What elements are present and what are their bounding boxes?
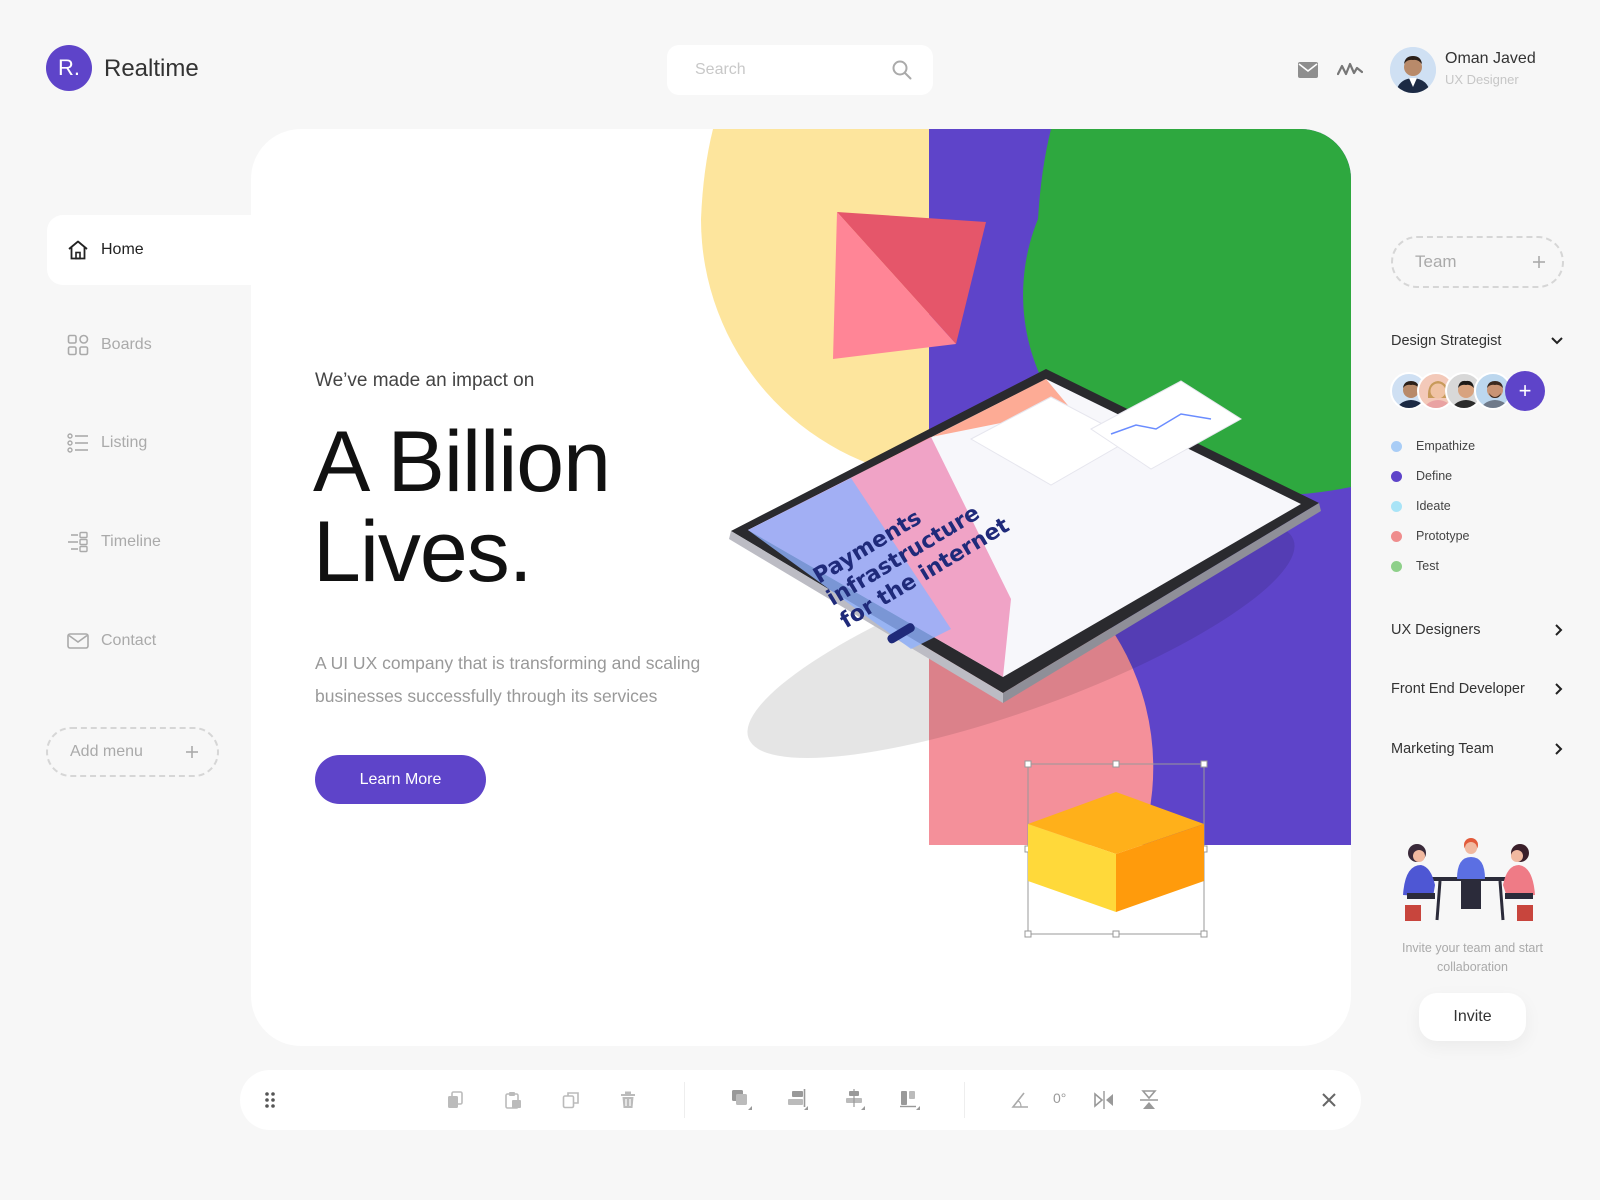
team-label: Team <box>1415 252 1457 271</box>
toolbar-divider <box>964 1082 965 1118</box>
phase-test: Test <box>1391 559 1439 573</box>
listing-icon <box>67 433 88 453</box>
arrange-icon[interactable] <box>730 1088 754 1112</box>
member-avatars: + <box>1390 371 1550 412</box>
sidebar-item-contact[interactable]: Contact <box>47 606 247 676</box>
timeline-icon <box>68 531 88 553</box>
copy-icon[interactable] <box>443 1088 467 1112</box>
rotation-value[interactable]: 0° <box>1053 1090 1066 1106</box>
hero-card: Payments infrastructure for the internet… <box>251 129 1351 1046</box>
phase-dot <box>1391 440 1402 452</box>
phase-dot <box>1391 530 1402 542</box>
phase-dot <box>1391 560 1402 572</box>
plus-icon <box>186 746 198 758</box>
chevron-right-icon <box>1555 683 1563 695</box>
user-role: UX Designer <box>1445 72 1519 87</box>
activity-icon[interactable] <box>1336 60 1364 83</box>
phase-define: Define <box>1391 469 1452 483</box>
add-member-button[interactable]: + <box>1505 371 1545 411</box>
messages-icon[interactable] <box>1298 62 1318 83</box>
group-label: Marketing Team <box>1391 741 1494 757</box>
phase-label: Ideate <box>1416 499 1451 513</box>
group-title: Design Strategist <box>1391 333 1502 349</box>
hero-title: A Billion Lives. <box>313 414 611 600</box>
phase-ideate: Ideate <box>1391 499 1451 513</box>
trash-icon[interactable] <box>616 1088 640 1112</box>
phase-prototype: Prototype <box>1391 529 1470 543</box>
phase-label: Define <box>1416 469 1453 483</box>
paste-icon[interactable] <box>501 1088 525 1112</box>
search-icon[interactable] <box>891 59 913 86</box>
boards-icon <box>67 334 89 356</box>
sidebar-item-label: Home <box>101 241 144 258</box>
team-collaboration-illustration <box>1403 838 1535 921</box>
sidebar-item-timeline[interactable]: Timeline <box>47 507 247 577</box>
team-input[interactable]: Team <box>1391 236 1564 288</box>
phase-dot <box>1391 470 1402 482</box>
hero-title-line-2: Lives. <box>313 504 533 600</box>
brand-logo[interactable]: R. <box>46 45 92 91</box>
sidebar-item-listing[interactable]: Listing <box>47 408 247 478</box>
toolbar-divider <box>684 1082 685 1118</box>
invite-button[interactable]: Invite <box>1419 993 1526 1041</box>
group-front-end-developer[interactable]: Front End Developer <box>1391 681 1564 697</box>
add-menu-label: Add menu <box>70 743 143 760</box>
sidebar-item-label: Boards <box>101 336 152 353</box>
invite-description: Invite your team and start collaboration <box>1401 941 1544 974</box>
chevron-right-icon <box>1555 743 1563 755</box>
angle-icon[interactable] <box>1008 1088 1032 1112</box>
distribute-icon[interactable] <box>898 1088 922 1112</box>
group-label: Front End Developer <box>1391 681 1525 697</box>
flip-horizontal-icon[interactable] <box>1092 1088 1116 1112</box>
sidebar-item-label: Listing <box>101 434 148 451</box>
duplicate-icon[interactable] <box>559 1088 583 1112</box>
hero-description: A UI UX company that is transforming and… <box>315 653 701 706</box>
group-marketing-team[interactable]: Marketing Team <box>1391 741 1564 757</box>
hero-subtitle: We’ve made an impact on <box>315 370 535 391</box>
close-icon[interactable] <box>1317 1088 1341 1112</box>
align-right-icon[interactable] <box>786 1088 810 1112</box>
plus-icon[interactable] <box>1532 255 1546 269</box>
group-ux-designers[interactable]: UX Designers <box>1391 622 1564 638</box>
drag-handle-icon[interactable] <box>258 1088 282 1112</box>
hero-title-line-1: A Billion <box>313 414 611 510</box>
search-box[interactable] <box>667 45 933 95</box>
sidebar-item-label: Timeline <box>101 533 161 550</box>
chevron-right-icon <box>1555 624 1563 636</box>
chevron-down-icon <box>1551 337 1563 345</box>
phase-label: Empathize <box>1416 439 1476 453</box>
phase-label: Test <box>1416 559 1439 573</box>
home-icon <box>68 240 88 260</box>
user-name: Oman Javed <box>1445 50 1536 67</box>
group-label: UX Designers <box>1391 622 1481 638</box>
brand-name: Realtime <box>104 55 199 82</box>
sidebar-item-home[interactable]: Home <box>47 215 252 285</box>
search-input[interactable] <box>695 45 885 95</box>
align-center-icon[interactable] <box>843 1088 867 1112</box>
design-strategist-dropdown[interactable]: Design Strategist <box>1391 333 1564 349</box>
bottom-toolbar: 0° <box>240 1070 1361 1130</box>
mail-icon <box>67 633 89 649</box>
sidebar-item-boards[interactable]: Boards <box>47 310 247 380</box>
phase-empathize: Empathize <box>1391 439 1475 453</box>
sidebar-item-label: Contact <box>101 632 157 649</box>
phase-dot <box>1391 500 1402 512</box>
flip-vertical-icon[interactable] <box>1137 1088 1161 1112</box>
learn-more-button[interactable]: Learn More <box>315 755 486 804</box>
user-avatar[interactable] <box>1390 47 1436 93</box>
phase-label: Prototype <box>1416 529 1470 543</box>
add-menu-button[interactable]: Add menu <box>46 727 219 777</box>
